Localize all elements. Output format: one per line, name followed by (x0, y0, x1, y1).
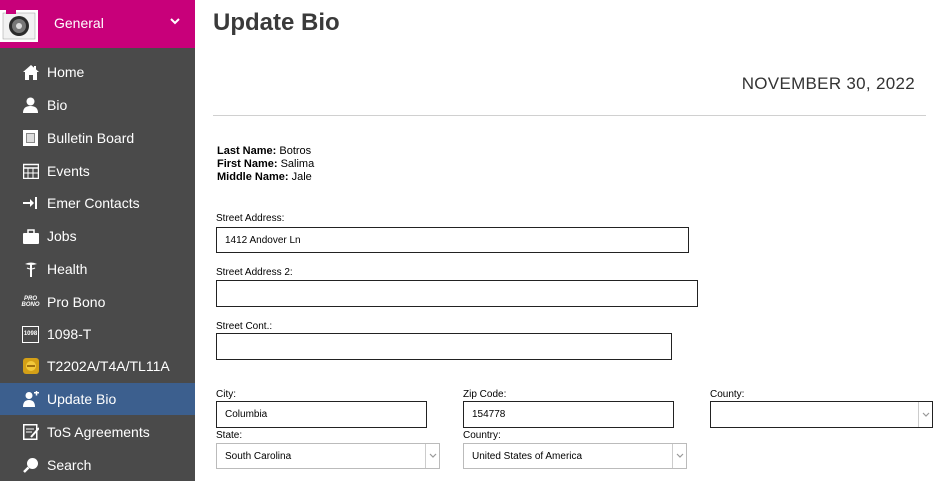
page-title: Update Bio (213, 9, 340, 36)
sidebar-item-tos-agreements[interactable]: ToS Agreements (0, 416, 195, 448)
app-logo-icon (0, 10, 38, 42)
sidebar-item-search[interactable]: Search (0, 449, 195, 481)
sidebar-item-jobs[interactable]: Jobs (0, 220, 195, 252)
first-name-label: First Name: (217, 158, 278, 170)
last-name-label: Last Name: (217, 145, 277, 157)
county-label: County: (710, 389, 745, 400)
sidebar-item-home[interactable]: Home (0, 56, 195, 88)
sidebar-item-label: Events (47, 163, 90, 179)
pro-bono-icon-text-bottom: BONO (21, 302, 40, 308)
pro-bono-icon: PRO BONO (21, 294, 40, 311)
sidebar-item-t2202a[interactable]: T2202A/T4A/TL11A (0, 350, 195, 382)
calendar-icon (22, 163, 39, 180)
last-name-value: Botros (279, 145, 312, 157)
person-icon (22, 97, 39, 114)
chevron-down-icon[interactable] (168, 14, 182, 28)
app: General Home Bio Bulletin Board Events E… (0, 0, 936, 481)
county-select[interactable] (710, 401, 933, 428)
sidebar-item-bulletin-board[interactable]: Bulletin Board (0, 122, 195, 154)
briefcase-icon (22, 228, 39, 245)
agreement-icon (22, 424, 39, 441)
street-address-2-input[interactable] (216, 280, 698, 307)
divider (213, 115, 926, 116)
state-value: South Carolina (225, 450, 292, 462)
sidebar-item-emer-contacts[interactable]: Emer Contacts (0, 187, 195, 219)
state-select[interactable]: South Carolina (216, 443, 440, 469)
sidebar-title: General (54, 15, 104, 31)
city-input[interactable]: Columbia (216, 401, 427, 428)
canada-tax-icon (22, 358, 39, 375)
city-value: Columbia (225, 409, 268, 420)
sidebar-item-label: Update Bio (47, 391, 117, 407)
sidebar-item-label: Bio (47, 97, 68, 113)
country-value: United States of America (472, 450, 583, 462)
tax-icon-text: 1098 (23, 331, 38, 337)
chevron-down-icon[interactable] (918, 402, 932, 427)
sidebar-item-label: Jobs (47, 228, 77, 244)
first-name-line: First Name: Salima (217, 158, 314, 170)
sidebar-item-label: Home (47, 64, 85, 80)
country-select[interactable]: United States of America (463, 443, 687, 469)
sidebar-item-bio[interactable]: Bio (0, 89, 195, 121)
street-cont-label: Street Cont.: (216, 321, 273, 332)
city-label: City: (216, 389, 236, 400)
country-label: Country: (463, 430, 501, 441)
chevron-down-icon[interactable] (672, 444, 686, 468)
sidebar-item-label: Emer Contacts (47, 195, 140, 211)
sidebar-item-label: Search (47, 457, 92, 473)
street-address-input[interactable]: 1412 Andover Ln (216, 227, 689, 253)
sidebar-item-label: T2202A/T4A/TL11A (47, 358, 170, 374)
sidebar-item-label: Health (47, 261, 88, 277)
sidebar-item-events[interactable]: Events (0, 155, 195, 187)
sidebar-item-pro-bono[interactable]: PRO BONO Pro Bono (0, 286, 195, 318)
update-person-icon (22, 391, 39, 408)
middle-name-label: Middle Name: (217, 171, 289, 183)
street-address-2-label: Street Address 2: (216, 267, 293, 278)
middle-name-value: Jale (291, 171, 312, 183)
zip-code-value: 154778 (472, 409, 506, 420)
contact-icon (22, 195, 39, 212)
caduceus-icon (22, 261, 39, 278)
sidebar-header[interactable]: General (0, 0, 195, 48)
sidebar-item-label: 1098-T (47, 326, 92, 342)
first-name-value: Salima (280, 158, 315, 170)
sidebar-item-label: Pro Bono (47, 294, 106, 310)
sidebar-item-label: Bulletin Board (47, 130, 135, 146)
sidebar-item-health[interactable]: Health (0, 253, 195, 285)
zip-code-label: Zip Code: (463, 389, 507, 400)
sidebar-item-update-bio[interactable]: Update Bio (0, 383, 195, 415)
home-icon (22, 64, 39, 81)
search-icon (22, 457, 39, 474)
state-label: State: (216, 430, 243, 441)
street-address-value: 1412 Andover Ln (225, 234, 301, 246)
sidebar-item-label: ToS Agreements (47, 424, 150, 440)
sidebar: General Home Bio Bulletin Board Events E… (0, 0, 195, 481)
zip-code-input[interactable]: 154778 (463, 401, 674, 428)
tax-form-icon: 1098 (22, 325, 39, 343)
bulletin-icon (22, 130, 39, 147)
last-name-line: Last Name: Botros (217, 145, 311, 157)
current-date: NOVEMBER 30, 2022 (741, 74, 915, 93)
street-address-label: Street Address: (216, 213, 285, 224)
middle-name-line: Middle Name: Jale (217, 171, 312, 183)
sidebar-item-1098-t[interactable]: 1098 1098-T (0, 318, 195, 350)
street-cont-input[interactable] (216, 333, 672, 360)
chevron-down-icon[interactable] (425, 444, 439, 468)
